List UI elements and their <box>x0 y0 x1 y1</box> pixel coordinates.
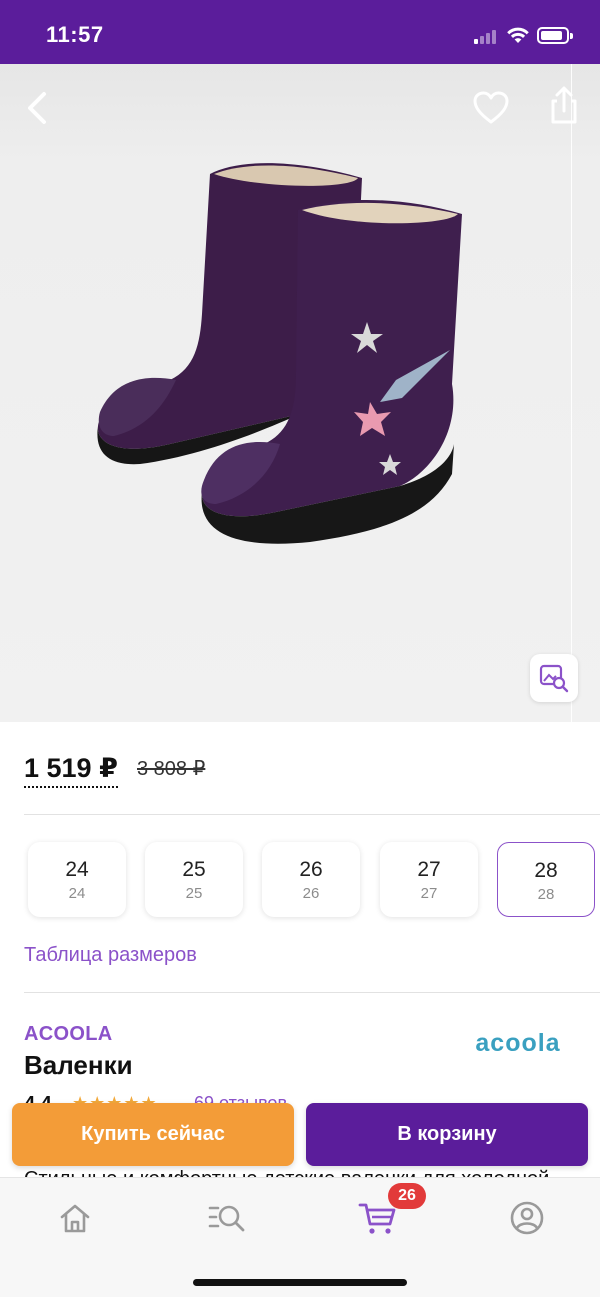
tab-catalog[interactable] <box>196 1196 256 1240</box>
share-icon <box>551 86 577 124</box>
catalog-search-icon <box>208 1205 245 1232</box>
home-indicator[interactable] <box>193 1279 407 1286</box>
brand-name[interactable]: ACOOLA <box>24 1022 112 1046</box>
brand-logo[interactable]: acoola <box>462 1030 574 1056</box>
cellular-signal-icon <box>474 28 500 44</box>
size-sublabel: 28 <box>537 886 555 903</box>
image-search-icon <box>539 664 569 693</box>
add-to-cart-button[interactable]: В корзину <box>306 1103 588 1166</box>
share-button[interactable] <box>543 84 585 128</box>
gallery-divider <box>571 64 572 722</box>
size-sublabel: 27 <box>420 885 438 902</box>
size-option-27[interactable]: 27 27 <box>380 842 478 917</box>
size-option-24[interactable]: 24 24 <box>28 842 126 917</box>
size-option-28[interactable]: 28 28 <box>497 842 595 917</box>
brand-logo-text: acoola <box>475 1030 560 1056</box>
size-sublabel: 25 <box>185 885 203 902</box>
wifi-icon <box>507 27 529 43</box>
size-label: 26 <box>299 858 323 881</box>
tab-home[interactable] <box>45 1196 105 1240</box>
product-photo <box>97 163 462 544</box>
cart-count-badge: 26 <box>388 1183 426 1209</box>
divider <box>24 814 600 815</box>
size-label: 24 <box>65 858 89 881</box>
chevron-left-icon <box>28 92 46 124</box>
current-price[interactable]: 1 519 ₽ <box>24 752 118 788</box>
old-price: 3 808 ₽ <box>137 758 206 780</box>
size-selector: 24 24 25 25 26 26 27 27 28 28 <box>28 842 600 918</box>
size-label: 27 <box>417 858 441 881</box>
product-title: Валенки <box>24 1050 133 1080</box>
home-icon <box>60 1204 90 1233</box>
heart-icon <box>473 91 509 124</box>
status-time: 11:57 <box>46 22 104 47</box>
size-sublabel: 24 <box>68 885 86 902</box>
battery-icon <box>537 27 573 44</box>
size-table-link[interactable]: Таблица размеров <box>24 943 197 967</box>
size-option-25[interactable]: 25 25 <box>145 842 243 917</box>
size-label: 28 <box>534 859 558 882</box>
size-sublabel: 26 <box>302 885 320 902</box>
tab-profile[interactable] <box>497 1196 557 1240</box>
product-image-gallery[interactable] <box>0 64 600 722</box>
size-label: 25 <box>182 858 206 881</box>
status-bar: 11:57 <box>0 0 600 64</box>
profile-icon <box>510 1201 544 1235</box>
size-option-26[interactable]: 26 26 <box>262 842 360 917</box>
back-button[interactable] <box>20 86 56 130</box>
product-description: Стильные и комфортные детские валенки дл… <box>24 1167 584 1177</box>
divider <box>24 992 600 993</box>
visual-search-button[interactable] <box>530 654 578 702</box>
buy-now-button[interactable]: Купить сейчас <box>12 1103 294 1166</box>
favorite-button[interactable] <box>470 88 512 128</box>
